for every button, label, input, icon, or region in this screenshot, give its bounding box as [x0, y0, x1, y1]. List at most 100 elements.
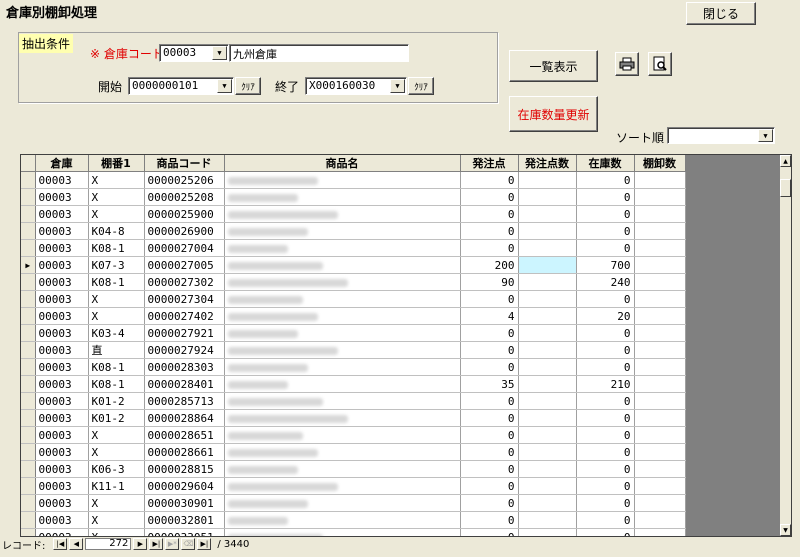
cell-item-name[interactable] [224, 273, 461, 291]
cell-shelf1[interactable]: K11-1 [88, 477, 145, 495]
table-row[interactable]: 00003 K08-1 0000027004 0 0 [21, 239, 686, 257]
end-select[interactable]: X000160030 ▼ [305, 77, 407, 95]
cell-item-name[interactable] [224, 358, 461, 376]
cell-item-code[interactable]: 0000028303 [144, 358, 225, 376]
cell-shelf1[interactable]: K06-3 [88, 460, 145, 478]
cell-shelf1[interactable]: X [88, 443, 145, 461]
row-selector[interactable] [21, 171, 36, 189]
list-display-button[interactable]: 一覧表示 [509, 50, 598, 82]
cell-warehouse[interactable]: 00003 [35, 188, 89, 206]
cell-stock-qty[interactable]: 0 [576, 409, 635, 427]
cell-item-name[interactable] [224, 375, 461, 393]
cell-count-qty[interactable] [634, 171, 686, 189]
cell-reorder-qty[interactable] [518, 392, 577, 410]
cell-item-code[interactable]: 0000027005 [144, 256, 225, 274]
cell-reorder-point[interactable]: 0 [460, 205, 519, 223]
cell-count-qty[interactable] [634, 188, 686, 206]
table-row[interactable]: 00003 X 0000032801 0 0 [21, 511, 686, 529]
cell-reorder-qty[interactable] [518, 222, 577, 240]
cell-shelf1[interactable]: X [88, 290, 145, 308]
cell-stock-qty[interactable]: 700 [576, 256, 635, 274]
cell-count-qty[interactable] [634, 511, 686, 529]
cell-shelf1[interactable]: K01-2 [88, 409, 145, 427]
cell-reorder-point[interactable]: 0 [460, 188, 519, 206]
clear-start-button[interactable]: ｸﾘｱ [235, 77, 261, 95]
cell-reorder-qty[interactable] [518, 426, 577, 444]
cell-stock-qty[interactable]: 0 [576, 188, 635, 206]
row-selector[interactable] [21, 290, 36, 308]
cell-stock-qty[interactable]: 0 [576, 392, 635, 410]
row-selector[interactable] [21, 409, 36, 427]
row-selector[interactable] [21, 273, 36, 291]
header-stock-qty[interactable]: 在庫数 [576, 155, 635, 172]
cell-reorder-point[interactable]: 0 [460, 392, 519, 410]
header-reorder-qty[interactable]: 発注点数 [518, 155, 577, 172]
cell-count-qty[interactable] [634, 375, 686, 393]
cell-reorder-qty[interactable] [518, 290, 577, 308]
cell-shelf1[interactable]: K08-1 [88, 273, 145, 291]
cell-item-code[interactable]: 0000027924 [144, 341, 225, 359]
cell-reorder-point[interactable]: 200 [460, 256, 519, 274]
cell-stock-qty[interactable]: 0 [576, 205, 635, 223]
cell-warehouse[interactable]: 00003 [35, 341, 89, 359]
cell-stock-qty[interactable]: 0 [576, 494, 635, 512]
cell-item-code[interactable]: 0000028661 [144, 443, 225, 461]
previous-record-icon[interactable]: ◀ [69, 538, 84, 550]
cell-item-name[interactable] [224, 341, 461, 359]
cell-stock-qty[interactable]: 0 [576, 511, 635, 529]
cell-reorder-qty[interactable] [518, 188, 577, 206]
cell-count-qty[interactable] [634, 324, 686, 342]
cell-warehouse[interactable]: 00003 [35, 426, 89, 444]
cell-reorder-point[interactable]: 0 [460, 358, 519, 376]
table-row[interactable]: 00003 K01-2 0000028864 0 0 [21, 409, 686, 427]
row-selector[interactable] [21, 375, 36, 393]
cell-reorder-qty[interactable] [518, 307, 577, 325]
cell-item-code[interactable]: 0000025208 [144, 188, 225, 206]
last-record-icon[interactable]: ▶| [149, 538, 164, 550]
cell-item-name[interactable] [224, 426, 461, 444]
cell-item-code[interactable]: 0000025206 [144, 171, 225, 189]
cell-item-name[interactable] [224, 290, 461, 308]
cell-reorder-qty[interactable] [518, 205, 577, 223]
cell-reorder-point[interactable]: 4 [460, 307, 519, 325]
table-row[interactable]: 00003 X 0000027304 0 0 [21, 290, 686, 308]
cell-item-code[interactable]: 0000026900 [144, 222, 225, 240]
cell-reorder-qty[interactable] [518, 171, 577, 189]
cell-warehouse[interactable]: 00003 [35, 205, 89, 223]
cell-reorder-point[interactable]: 90 [460, 273, 519, 291]
cell-item-name[interactable] [224, 477, 461, 495]
cell-item-name[interactable] [224, 307, 461, 325]
cell-shelf1[interactable]: X [88, 205, 145, 223]
row-selector[interactable]: ▶ [21, 256, 36, 274]
cell-stock-qty[interactable]: 0 [576, 239, 635, 257]
scroll-up-icon[interactable]: ▲ [780, 155, 791, 167]
cell-warehouse[interactable]: 00003 [35, 443, 89, 461]
cell-stock-qty[interactable]: 0 [576, 171, 635, 189]
cell-reorder-point[interactable]: 0 [460, 324, 519, 342]
cell-item-code[interactable]: 0000032801 [144, 511, 225, 529]
print-button[interactable] [615, 52, 639, 76]
cell-shelf1[interactable]: X [88, 188, 145, 206]
cell-item-code[interactable]: 0000027302 [144, 273, 225, 291]
cell-count-qty[interactable] [634, 392, 686, 410]
row-selector[interactable] [21, 392, 36, 410]
cell-warehouse[interactable]: 00003 [35, 460, 89, 478]
row-selector[interactable] [21, 222, 36, 240]
header-count-qty[interactable]: 棚卸数 [634, 155, 686, 172]
cell-stock-qty[interactable]: 0 [576, 358, 635, 376]
row-selector[interactable] [21, 443, 36, 461]
cell-warehouse[interactable]: 00003 [35, 392, 89, 410]
cell-shelf1[interactable]: K01-2 [88, 392, 145, 410]
cell-reorder-qty[interactable] [518, 443, 577, 461]
cell-item-name[interactable] [224, 239, 461, 257]
cell-item-name[interactable] [224, 171, 461, 189]
cell-reorder-qty[interactable] [518, 528, 577, 536]
cell-count-qty[interactable] [634, 528, 686, 536]
cell-shelf1[interactable]: X [88, 426, 145, 444]
cell-reorder-point[interactable]: 0 [460, 477, 519, 495]
cell-shelf1[interactable]: K08-1 [88, 358, 145, 376]
cell-reorder-qty[interactable] [518, 477, 577, 495]
scroll-down-icon[interactable]: ▼ [780, 524, 791, 536]
cell-count-qty[interactable] [634, 426, 686, 444]
cell-shelf1[interactable]: K07-3 [88, 256, 145, 274]
